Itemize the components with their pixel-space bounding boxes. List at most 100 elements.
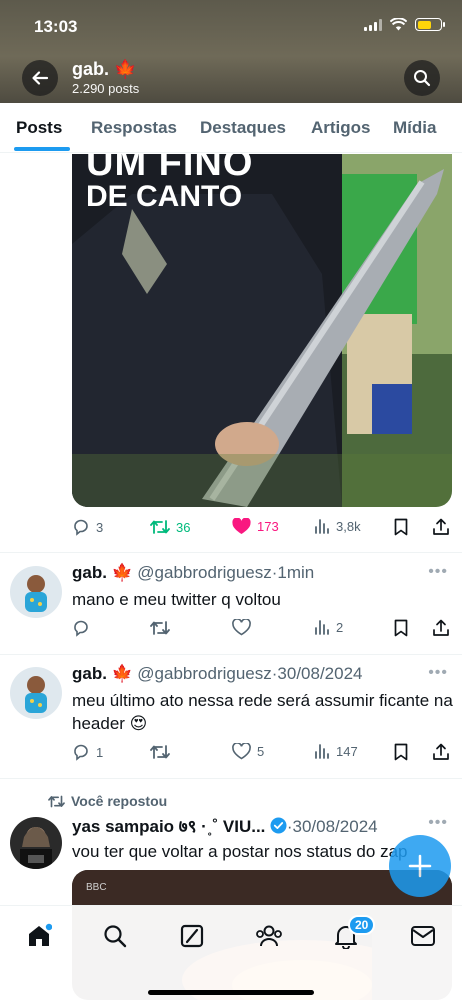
share-button[interactable] xyxy=(432,518,450,536)
repost-count: 36 xyxy=(176,519,191,535)
reply-count: 3 xyxy=(96,519,104,535)
views-button[interactable]: 3,8k xyxy=(314,518,361,534)
heart-icon xyxy=(232,619,251,636)
avatar[interactable] xyxy=(10,566,62,618)
views-button[interactable]: 147 xyxy=(314,743,358,759)
nav-communities[interactable] xyxy=(254,921,284,951)
nav-search[interactable] xyxy=(100,921,130,951)
reply-button[interactable] xyxy=(72,619,90,637)
divider xyxy=(0,778,462,779)
share-button[interactable] xyxy=(432,743,450,761)
bookmark-button[interactable] xyxy=(394,619,408,637)
reply-icon xyxy=(74,620,88,637)
like-button[interactable]: 5 xyxy=(232,743,264,760)
more-options-button[interactable]: ••• xyxy=(428,664,448,682)
status-time: 13:03 xyxy=(34,17,78,36)
status-icons xyxy=(364,18,445,31)
like-button[interactable] xyxy=(232,619,251,636)
more-options-button[interactable]: ••• xyxy=(428,563,448,581)
reply-button[interactable]: 3 xyxy=(72,518,103,536)
author-name[interactable]: gab. 🍁 xyxy=(72,664,133,683)
reply-icon xyxy=(74,744,88,761)
author-name[interactable]: yas sampaio ७९ ·˳˚ VIU... xyxy=(72,817,265,836)
nav-home[interactable] xyxy=(24,921,54,951)
signal-icon xyxy=(364,18,382,31)
view-count: 2 xyxy=(336,619,344,635)
repost-button[interactable]: 36 xyxy=(150,518,190,536)
tab-media[interactable]: Mídia xyxy=(393,118,436,138)
repost-indicator: Você repostou xyxy=(48,793,167,809)
like-button[interactable]: 173 xyxy=(232,518,279,535)
tweet-time: ·1min xyxy=(271,563,315,582)
communities-icon xyxy=(256,925,282,947)
bookmark-icon xyxy=(394,743,408,761)
reply-button[interactable]: 1 xyxy=(72,743,103,761)
post1-actions: 3 36 173 3,8k xyxy=(72,518,452,538)
share-icon xyxy=(433,743,449,760)
plus-icon xyxy=(408,854,432,878)
grok-icon xyxy=(180,924,204,948)
battery-icon xyxy=(415,18,445,31)
more-options-button[interactable]: ••• xyxy=(428,814,448,832)
views-icon xyxy=(315,620,329,635)
views-icon xyxy=(315,519,329,534)
views-button[interactable]: 2 xyxy=(314,619,343,635)
profile-header: 13:03 gab. 🍁 2.290 posts xyxy=(0,0,462,103)
search-icon xyxy=(104,925,127,948)
post3-actions: 1 5 147 xyxy=(72,743,452,763)
views-icon xyxy=(315,744,329,759)
avatar[interactable] xyxy=(10,817,62,869)
avatar[interactable] xyxy=(10,667,62,719)
wifi-icon xyxy=(390,18,407,31)
reply-icon xyxy=(74,519,88,536)
heart-icon xyxy=(232,743,251,760)
tweet-header: yas sampaio ७९ ·˳˚ VIU... ·30/08/2024 xyxy=(72,814,378,837)
heart-filled-icon xyxy=(232,518,251,534)
repost-button[interactable] xyxy=(150,743,170,761)
nav-messages[interactable] xyxy=(408,921,438,951)
home-indicator xyxy=(148,990,314,995)
tab-posts[interactable]: Posts xyxy=(16,118,62,138)
post2-actions: 2 xyxy=(72,619,452,639)
back-button[interactable] xyxy=(22,60,58,96)
bookmark-button[interactable] xyxy=(394,518,408,536)
arrow-left-icon xyxy=(32,71,49,85)
tab-replies[interactable]: Respostas xyxy=(91,118,177,138)
share-icon xyxy=(433,619,449,636)
nav-notifications[interactable]: 20 xyxy=(331,915,376,951)
nav-grok[interactable] xyxy=(177,921,207,951)
tab-articles[interactable]: Artigos xyxy=(311,118,371,138)
bookmark-icon xyxy=(394,518,408,536)
tab-highlights[interactable]: Destaques xyxy=(200,118,286,138)
home-icon xyxy=(29,923,52,946)
view-count: 147 xyxy=(336,743,358,759)
compose-post-button[interactable] xyxy=(389,835,451,897)
author-handle[interactable]: @gabbrodriguesz xyxy=(137,664,271,683)
search-button[interactable] xyxy=(404,60,440,96)
repost-icon xyxy=(48,795,65,807)
tweet-header: gab. 🍁 @gabbrodriguesz·30/08/2024 xyxy=(72,664,363,684)
profile-tabs: Posts Respostas Destaques Artigos Mídia xyxy=(0,103,462,153)
video-caption-line2: DE CANTO xyxy=(86,180,243,213)
share-button[interactable] xyxy=(432,619,450,637)
repost-icon xyxy=(150,621,170,635)
repost-button[interactable] xyxy=(150,619,170,637)
view-count: 3,8k xyxy=(336,518,361,534)
post-media-video[interactable]: UM FINO DE CANTO xyxy=(72,154,452,507)
tweet-text: mano e meu twitter q voltou xyxy=(72,590,281,609)
divider xyxy=(0,654,462,655)
bottom-navigation: 20 xyxy=(0,905,462,1000)
tweet-time: ·30/08/2024 xyxy=(271,664,363,683)
author-handle[interactable]: @gabbrodriguesz xyxy=(137,563,271,582)
search-icon xyxy=(414,70,431,87)
share-icon xyxy=(433,518,449,535)
divider xyxy=(0,552,462,553)
verified-badge-icon xyxy=(270,817,287,834)
reply-count: 1 xyxy=(96,744,104,760)
like-count: 5 xyxy=(257,744,265,759)
bookmark-button[interactable] xyxy=(394,743,408,761)
active-tab-indicator xyxy=(14,147,70,151)
repost-icon xyxy=(150,745,170,759)
bookmark-icon xyxy=(394,619,408,637)
author-name[interactable]: gab. 🍁 xyxy=(72,563,133,582)
